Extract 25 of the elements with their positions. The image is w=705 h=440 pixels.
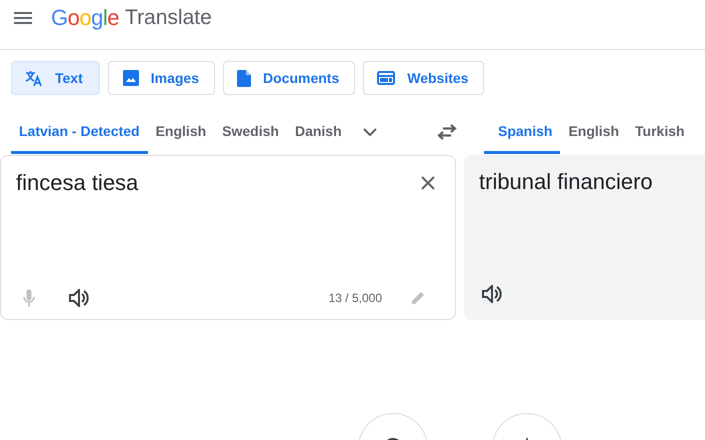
speaker-icon[interactable] [69,289,89,307]
product-name: Translate [125,6,212,30]
logo[interactable]: Google [51,4,120,30]
mode-tab[interactable]: Images [108,61,215,95]
image-icon [122,70,139,86]
source-text-field[interactable]: fincesa tiesa [16,170,376,196]
web-page-icon [377,71,396,85]
speaker-icon[interactable] [482,285,502,303]
language-tab[interactable]: Danish [286,110,350,154]
chevron-down-icon[interactable] [363,128,377,136]
translate-icon [25,70,43,86]
translated-text: tribunal financiero [479,169,654,195]
close-icon[interactable] [421,176,435,190]
character-counter: 13 / 5,000 [328,291,382,305]
language-tab[interactable]: Latvian - Detected [11,110,148,154]
mode-tab[interactable]: Documents [223,61,356,95]
language-tab[interactable]: Swedish [214,110,287,154]
document-icon [237,70,251,86]
language-tab[interactable]: English [148,110,214,154]
language-tab[interactable]: English [560,110,628,154]
mode-tab[interactable]: Websites [363,61,484,95]
language-tab[interactable]: Turkish [627,110,693,154]
menu-icon[interactable] [14,12,32,24]
mode-tab[interactable]: Text [11,61,100,95]
swap-languages-icon[interactable] [437,124,457,140]
